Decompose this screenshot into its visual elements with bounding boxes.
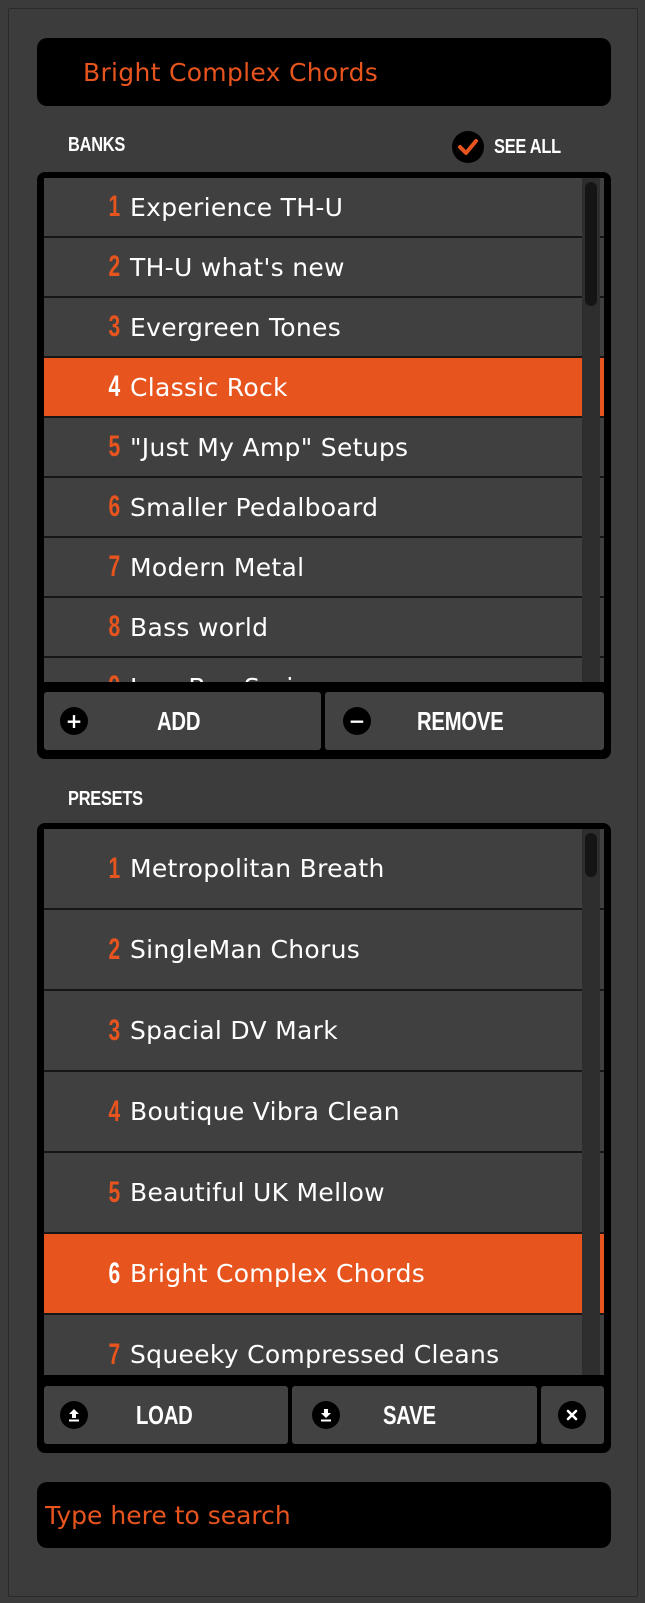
- upload-icon: [60, 1401, 88, 1429]
- search-input[interactable]: [37, 1482, 611, 1548]
- bank-row[interactable]: 7 Modern Metal: [44, 538, 604, 598]
- save-label: SAVE: [383, 1399, 436, 1430]
- bank-number: 9: [70, 670, 130, 682]
- presets-actions: LOAD SAVE: [44, 1386, 604, 1444]
- preset-number: 1: [108, 851, 121, 885]
- preset-row[interactable]: 5 Beautiful UK Mellow: [44, 1153, 604, 1234]
- bank-name: Modern Metal: [130, 552, 305, 582]
- check-icon: [452, 131, 484, 163]
- preset-name: Squeeky Compressed Cleans: [130, 1340, 500, 1369]
- banks-scrollbar[interactable]: [582, 178, 600, 682]
- bank-row[interactable]: 3 Evergreen Tones: [44, 298, 604, 358]
- bank-number: 2: [108, 250, 121, 283]
- preset-row[interactable]: 3 Spacial DV Mark: [44, 991, 604, 1072]
- preset-name: Metropolitan Breath: [130, 854, 385, 883]
- preset-number: 7: [108, 1337, 121, 1371]
- preset-row[interactable]: 1 Metropolitan Breath: [44, 829, 604, 910]
- bank-name: TH-U what's new: [130, 252, 345, 282]
- bank-row[interactable]: 1 Experience TH-U: [44, 178, 604, 238]
- bank-name: Classic Rock: [130, 372, 288, 402]
- bank-row[interactable]: 9Jazz Box Series: [44, 658, 604, 682]
- preset-name: Beautiful UK Mellow: [130, 1178, 385, 1207]
- bank-number: 8: [108, 610, 121, 643]
- preset-row[interactable]: 6 Bright Complex Chords: [44, 1234, 604, 1315]
- preset-number: 5: [108, 1175, 121, 1209]
- preset-name: SingleMan Chorus: [130, 935, 361, 964]
- remove-bank-button[interactable]: − REMOVE: [325, 692, 604, 750]
- preset-number: 6: [108, 1256, 121, 1290]
- bank-name: Bass world: [130, 612, 269, 642]
- close-icon: [558, 1401, 586, 1429]
- banks-actions: + ADD − REMOVE: [44, 692, 604, 750]
- download-icon: [312, 1401, 340, 1429]
- bank-name: Evergreen Tones: [130, 312, 342, 342]
- preset-row[interactable]: 4 Boutique Vibra Clean: [44, 1072, 604, 1153]
- preset-number: 2: [108, 932, 121, 966]
- bank-number: 4: [108, 370, 121, 403]
- bank-number: 7: [108, 550, 121, 583]
- current-preset-name: Bright Complex Chords: [37, 38, 611, 106]
- presets-scrollbar[interactable]: [582, 829, 600, 1375]
- bank-number: 5: [108, 430, 121, 463]
- preset-name: Boutique Vibra Clean: [130, 1097, 400, 1126]
- preset-number: 4: [108, 1094, 121, 1128]
- bank-row[interactable]: 4 Classic Rock: [44, 358, 604, 418]
- load-preset-button[interactable]: LOAD: [44, 1386, 288, 1444]
- preset-row[interactable]: 2 SingleMan Chorus: [44, 910, 604, 991]
- banks-list[interactable]: 1 Experience TH-U 2 TH-U what's new 3 Evergre…: [44, 178, 604, 682]
- add-label: ADD: [157, 705, 201, 736]
- plus-icon: +: [60, 707, 88, 735]
- bank-number: 6: [108, 490, 121, 523]
- load-label: LOAD: [136, 1399, 193, 1430]
- clear-button[interactable]: [541, 1386, 604, 1444]
- bank-number: 3: [108, 310, 121, 343]
- presets-scrollbar-thumb[interactable]: [585, 833, 597, 877]
- see-all-label: SEE ALL: [494, 135, 561, 158]
- banks-heading: BANKS: [68, 134, 126, 156]
- see-all-toggle[interactable]: SEE ALL: [452, 130, 576, 164]
- minus-icon: −: [343, 707, 371, 735]
- bank-name: Experience TH-U: [130, 192, 344, 222]
- bank-row[interactable]: 8 Bass world: [44, 598, 604, 658]
- bank-name: "Just My Amp" Setups: [130, 432, 409, 462]
- preset-number: 3: [108, 1013, 121, 1047]
- remove-label: REMOVE: [417, 705, 504, 736]
- bank-row[interactable]: 5 "Just My Amp" Setups: [44, 418, 604, 478]
- banks-scrollbar-thumb[interactable]: [585, 182, 597, 306]
- bank-number: 1: [108, 190, 121, 223]
- preset-name: Bright Complex Chords: [130, 1259, 426, 1288]
- bank-name: Jazz Box Series: [130, 673, 323, 683]
- add-bank-button[interactable]: + ADD: [44, 692, 321, 750]
- preset-row[interactable]: 7 Squeeky Compressed Cleans: [44, 1315, 604, 1375]
- save-preset-button[interactable]: SAVE: [292, 1386, 537, 1444]
- presets-list[interactable]: 1 Metropolitan Breath 2 SingleMan Chorus 3 Sp…: [44, 829, 604, 1375]
- preset-name: Spacial DV Mark: [130, 1016, 338, 1045]
- bank-name: Smaller Pedalboard: [130, 492, 379, 522]
- bank-row[interactable]: 6 Smaller Pedalboard: [44, 478, 604, 538]
- presets-heading: PRESETS: [68, 788, 143, 810]
- bank-row[interactable]: 2 TH-U what's new: [44, 238, 604, 298]
